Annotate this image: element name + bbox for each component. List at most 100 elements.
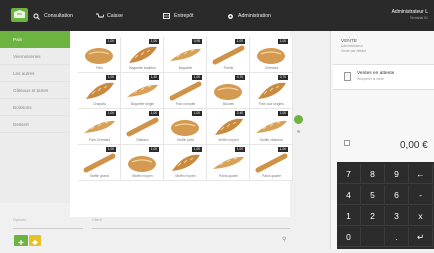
product-tile[interactable]: 1,00 Pain Céréales [78,109,121,145]
product-tile[interactable]: 1,00 Muffin vitaminé [250,109,293,145]
product-price: 1,00 [277,147,288,152]
keypad-key[interactable]: 2 [361,206,385,226]
sale-subtitle: Vente par défaut [341,49,366,53]
keypad-key[interactable]: 9 [385,164,409,184]
product-price: 1,00 [191,75,202,80]
category-pain[interactable]: Pain [0,31,70,48]
product-name: Muffin petit [177,138,194,142]
product-tile[interactable]: 1,00 Baguette tradition [121,37,164,73]
menu-administration-label: Administration [238,12,271,19]
category-gateaux-tartes[interactable]: Gâteaux et tartes [0,82,70,99]
product-tile[interactable]: 1,00 Muffin moyen [164,145,207,181]
product-tile[interactable]: 1,00 Gâteaux [121,109,164,145]
category-viennoiseries[interactable]: Viennoiseries [0,48,70,65]
product-tile[interactable]: 1,00 Céréales [250,37,293,73]
keypad-key[interactable]: 4 [337,185,361,205]
product-price: 1,00 [277,111,288,116]
keypad-key[interactable]: ← [409,164,433,184]
product-price: 2,40 [234,111,245,116]
keypad-key[interactable]: 5 [361,185,385,205]
product-tile[interactable]: 0,95 Baguette [164,37,207,73]
keypad-key[interactable]: - [409,185,433,205]
category-boissons[interactable]: Boissons [0,99,70,116]
keypad-key[interactable]: 1 [337,206,361,226]
top-navigation-bar: Consultation Caisse Entrepôt Administrat… [0,0,434,31]
keypad-key[interactable]: . [385,227,409,247]
product-price: 1,00 [148,147,159,152]
keypad-key[interactable]: 8 [361,164,385,184]
select-all-checkbox[interactable] [344,140,350,146]
product-tile[interactable]: 1,00 Pains quatre [250,145,293,181]
product-price: 1,00 [191,147,202,152]
keypad-key[interactable]: ↵ [409,227,433,247]
menu-administration[interactable]: Administration [227,0,271,31]
menu-consultation[interactable]: Consultation [33,0,73,31]
product-price: 1,00 [105,147,116,152]
search-icon [33,13,40,20]
store-icon [163,12,170,19]
search-icon[interactable]: ⚲ [282,236,286,243]
product-name: Pain aux seigles [259,102,284,106]
product-price: 1,00 [234,39,245,44]
terminal-name: Terminal 01 [409,16,428,20]
product-price: 1,00 [191,111,202,116]
product-tile[interactable]: 2,40 Muffin moyen [207,109,250,145]
product-tile[interactable]: 1,00 Muffin grand [78,145,121,181]
category-les-autres[interactable]: Les autres [0,65,70,82]
document-icon [344,72,351,81]
product-price: 1,00 [148,111,159,116]
keypad-key[interactable]: 7 [337,164,361,184]
product-tile[interactable]: 1,00 Ficelle [207,37,250,73]
page-indicator-active[interactable] [294,115,303,124]
options-field[interactable] [13,228,83,229]
client-label: Client [92,218,102,222]
product-tile[interactable]: 1,40 Baguette seigle [121,73,164,109]
product-price: 0,70 [234,75,245,80]
options-label: Options [13,218,27,222]
home-logo-icon[interactable] [11,8,28,22]
product-tile[interactable]: 1,00 Pains quatre [207,145,250,181]
product-tile[interactable]: 0,70 Pain aux seigles [250,73,293,109]
client-field[interactable] [92,228,290,229]
cart-icon [96,13,105,19]
product-name: Pain Céréales [88,138,111,142]
product-name: Ficelle [223,66,234,70]
product-name: Baguette seigle [130,102,155,106]
user-info[interactable]: Administrateur L Terminal 01 [392,9,428,21]
sale-total: 0,00 € [400,140,428,151]
product-price: 1,00 [277,39,288,44]
product-tile[interactable]: 1,00 Chapata [78,73,121,109]
product-price: 0,70 [277,75,288,80]
keypad-key[interactable]: 3 [385,206,409,226]
product-name: Pains quatre [261,174,282,178]
product-tile[interactable]: 1,00 Muffin moyen [121,145,164,181]
keypad-key[interactable]: 0 [337,227,361,247]
gear-icon [227,13,234,19]
page-indicator[interactable] [297,130,300,133]
product-name: Muffin moyen [132,174,153,178]
product-name: Chapata [93,102,106,106]
product-name: Pains quatre [218,174,239,178]
add-button[interactable] [14,235,28,246]
product-tile[interactable]: 1,00 Muffin petit [164,109,207,145]
category-dessert[interactable]: Dessert [0,116,70,133]
product-tile[interactable]: 1,00 Pain [78,37,121,73]
menu-entrepot-label: Entrepôt [174,12,194,19]
product-price: 1,00 [105,75,116,80]
product-tile[interactable]: 1,00 Pain complet [164,73,207,109]
menu-caisse[interactable]: Caisse [96,0,123,31]
product-price: 1,00 [234,147,245,152]
product-name: Pain [96,66,103,70]
keypad-key[interactable]: x [409,206,433,226]
menu-entrepot[interactable]: Entrepôt [163,0,194,31]
keypad-blank[interactable] [361,227,385,247]
product-name: Céréales [264,66,279,70]
sale-header: VENTE Administrateur Vente par défaut [341,39,366,54]
product-price: 1,00 [105,39,116,44]
product-price: 1,00 [105,111,116,116]
product-tile[interactable]: 0,70 Bûcheil [207,73,250,109]
customer-button[interactable] [29,235,41,246]
category-sidebar: Pain Viennoiseries Les autres Gâteaux et… [0,31,70,203]
keypad-key[interactable]: 6 [385,185,409,205]
waiting-sales-button[interactable]: Ventes en attente Récupérer la vente [333,64,434,90]
